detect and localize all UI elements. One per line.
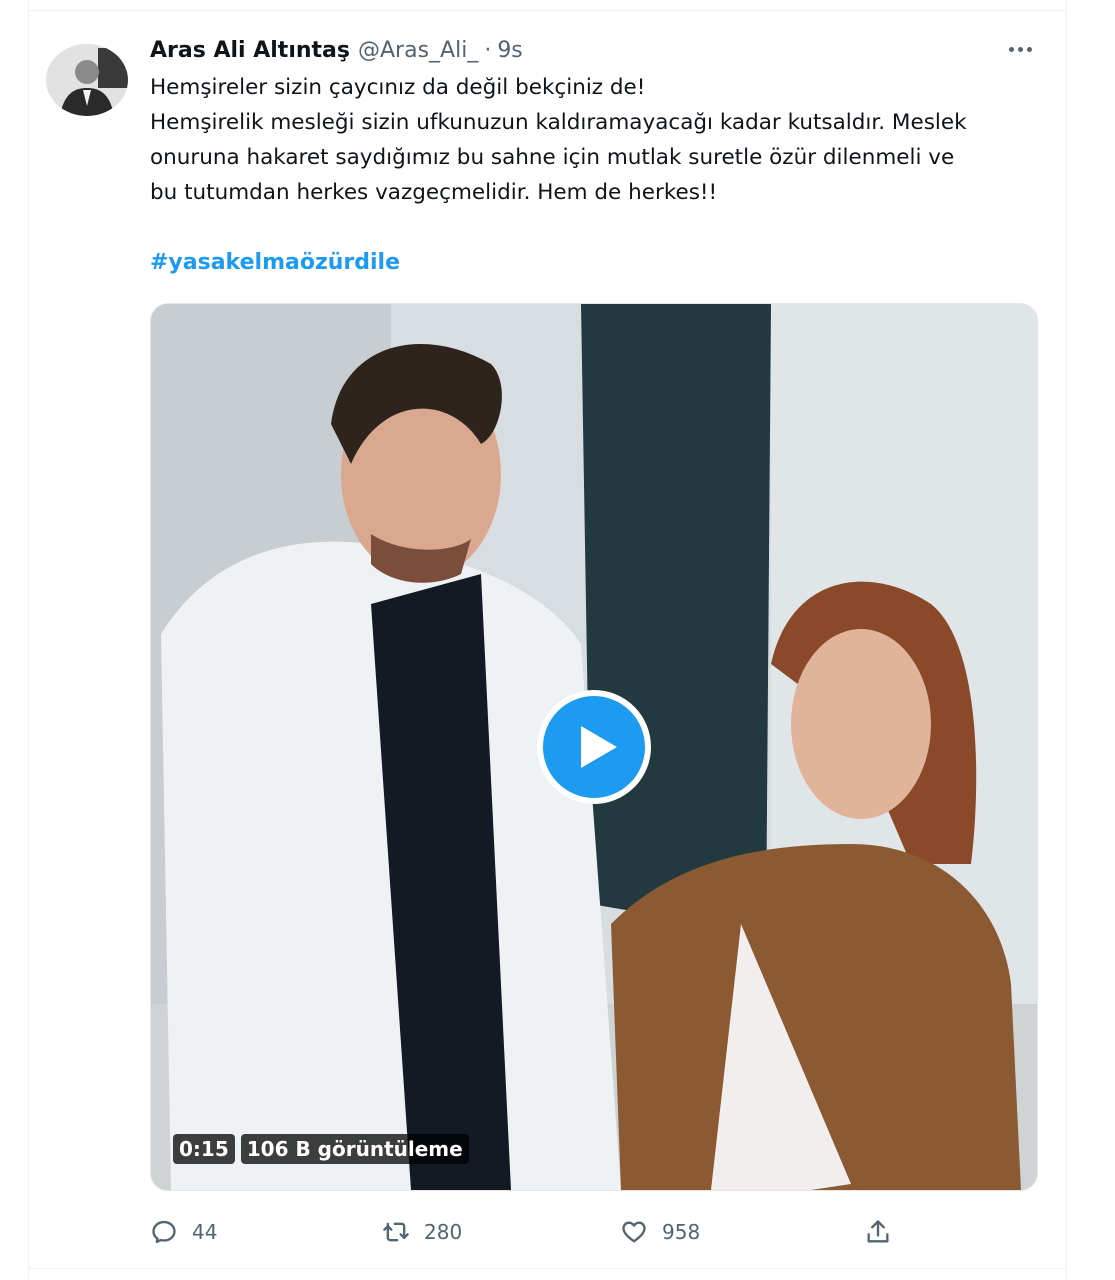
- tweet-header: Aras Ali Altıntaş @Aras_Ali_ · 9s: [150, 34, 523, 66]
- retweet-icon: [383, 1222, 409, 1242]
- tweet-text-line-1: Hemşireler sizin çaycınız da değil bekçi…: [150, 75, 646, 100]
- play-icon: [581, 726, 617, 768]
- like-count: 958: [662, 1220, 701, 1244]
- heart-icon: [622, 1221, 646, 1243]
- separator: ·: [484, 37, 492, 63]
- tweet-divider-top: [28, 10, 1066, 11]
- tweet-text-line-4: bu tutumdan herkes vazgeçmelidir. Hem de…: [150, 180, 718, 205]
- timestamp[interactable]: 9s: [497, 38, 522, 63]
- video-badges: 0:15 106 B görüntüleme: [173, 1134, 469, 1164]
- hashtag-link[interactable]: #yasakelmaözürdile: [150, 250, 400, 275]
- tweet-text-line-3: onuruna hakaret saydığımız bu sahne için…: [150, 145, 955, 170]
- play-button[interactable]: [537, 690, 651, 804]
- tweet-text-line-2: Hemşirelik mesleği sizin ufkunuzun kaldı…: [150, 110, 967, 135]
- author-name[interactable]: Aras Ali Altıntaş: [150, 38, 350, 63]
- author-handle[interactable]: @Aras_Ali_: [358, 38, 478, 63]
- avatar-icon: [46, 44, 128, 116]
- timeline-border-right: [1066, 0, 1067, 1280]
- reply-count: 44: [192, 1220, 218, 1244]
- tweet-actions: 44 280 958: [150, 1210, 1050, 1254]
- timeline-border-left: [28, 0, 29, 1280]
- tweet-divider-bottom: [28, 1268, 1066, 1269]
- video-duration: 0:15: [173, 1134, 235, 1164]
- reply-button[interactable]: 44: [150, 1210, 217, 1254]
- share-icon: [867, 1220, 889, 1243]
- reply-icon: [152, 1220, 176, 1244]
- video-view-count: 106 B görüntüleme: [240, 1134, 469, 1164]
- avatar[interactable]: [46, 44, 128, 116]
- like-button[interactable]: 958: [620, 1210, 700, 1254]
- video-player[interactable]: 0:15 106 B görüntüleme: [150, 303, 1038, 1191]
- share-button[interactable]: [864, 1210, 892, 1254]
- retweet-count: 280: [424, 1220, 463, 1244]
- more-icon[interactable]: [1000, 34, 1040, 64]
- retweet-button[interactable]: 280: [382, 1210, 462, 1254]
